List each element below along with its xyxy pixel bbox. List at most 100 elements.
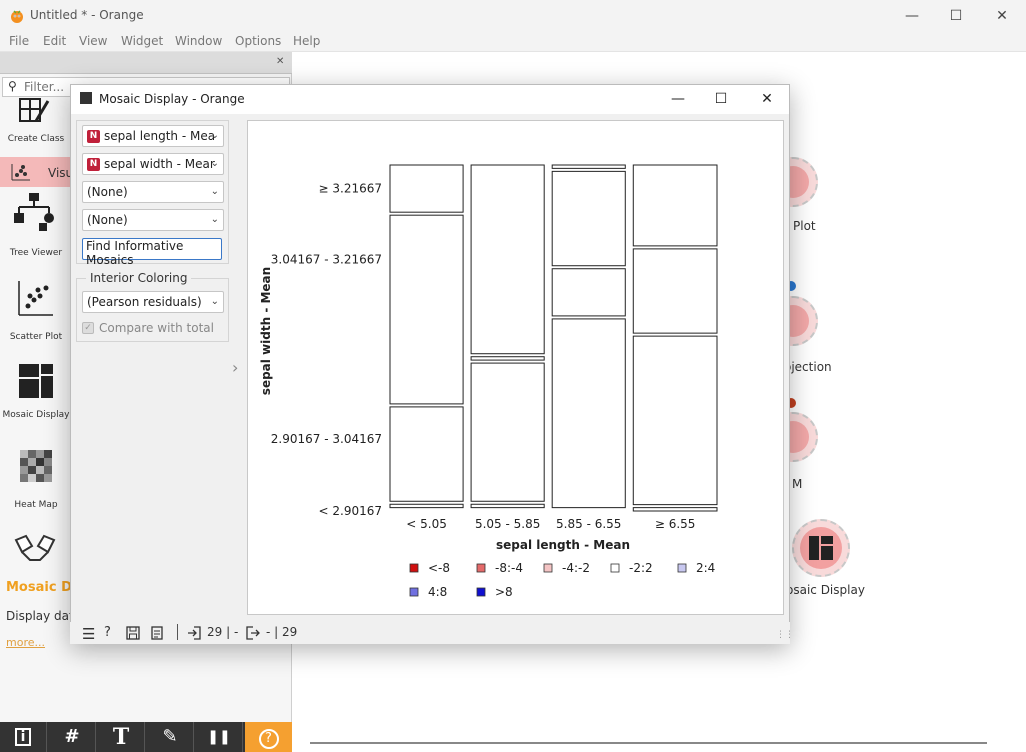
grid-icon[interactable]: #	[49, 722, 96, 752]
chevron-down-icon: ⌄	[210, 158, 219, 169]
text-icon[interactable]: T	[98, 722, 145, 752]
mosaic-display-node[interactable]	[792, 519, 850, 577]
minimize-button[interactable]: —	[898, 6, 926, 26]
mosaic-cell[interactable]	[389, 406, 464, 502]
mosaic-cell[interactable]	[389, 164, 464, 213]
mosaic-cell[interactable]	[632, 164, 718, 247]
mosaic-chart: ≥ 3.21667 3.04167 - 3.21667 2.90167 - 3.04…	[259, 164, 718, 599]
y-tick-label: < 2.90167	[319, 504, 383, 518]
x-tick-label: 5.85 - 6.55	[556, 517, 621, 531]
mosaic-cell[interactable]	[470, 164, 545, 355]
mosaic-cell[interactable]	[551, 318, 626, 509]
mosaic-cell[interactable]	[632, 507, 718, 512]
tool-create-class[interactable]: Create Class	[1, 134, 71, 144]
help-icon[interactable]: ?	[245, 722, 292, 752]
collapse-panel-icon[interactable]: ›	[232, 358, 238, 377]
pen-icon[interactable]: ✎	[147, 722, 194, 752]
tool-scatter-plot[interactable]: Scatter Plot	[1, 332, 71, 342]
chevron-down-icon: ⌄	[210, 296, 219, 307]
mosaic-cell[interactable]	[389, 214, 464, 405]
report-icon[interactable]	[151, 626, 163, 640]
variable1-select[interactable]: Nsepal length - Mea ⌄	[82, 125, 224, 147]
variable4-select[interactable]: (None) ⌄	[82, 209, 224, 231]
menu-view[interactable]: View	[79, 34, 107, 48]
legend-swatch	[409, 587, 419, 597]
legend-label: >8	[495, 585, 513, 599]
mosaic-cell[interactable]	[551, 268, 626, 317]
x-tick-label: 5.05 - 5.85	[475, 517, 540, 531]
mosaic-cell[interactable]	[470, 362, 545, 502]
more-link[interactable]: more...	[6, 636, 45, 649]
compare-with-total-checkbox[interactable]: ✓	[82, 322, 94, 334]
legend-swatch	[677, 563, 687, 573]
mosaic-cell[interactable]	[389, 503, 464, 509]
legend-label: <-8	[428, 561, 450, 575]
save-icon[interactable]	[126, 626, 140, 640]
menu-options[interactable]: Options	[235, 34, 281, 48]
info-icon[interactable]: i	[0, 722, 47, 752]
legend-swatch	[610, 563, 620, 573]
legend-label: 2:4	[696, 561, 715, 575]
node-label: osaic Display	[786, 583, 865, 597]
mosaic-cell[interactable]	[551, 170, 626, 267]
scatter-category-icon	[11, 164, 30, 181]
dialog-close-button[interactable]: ✕	[757, 90, 777, 108]
tree-viewer-icon	[14, 193, 54, 231]
legend-swatch	[476, 563, 486, 573]
legend-label: -2:2	[629, 561, 653, 575]
resize-grip-icon[interactable]: ⋮⋮	[776, 630, 794, 640]
variable3-select[interactable]: (None) ⌄	[82, 181, 224, 203]
mosaic-display-icon	[809, 536, 833, 560]
chevron-down-icon: ⌄	[210, 186, 219, 197]
widget-description-title: Mosaic D	[6, 580, 72, 595]
pause-icon[interactable]: ❚❚	[196, 722, 243, 752]
mosaic-cell[interactable]	[632, 248, 718, 334]
mosaic-cell[interactable]	[470, 503, 545, 509]
heat-map-icon	[20, 450, 52, 482]
y-tick-label: 2.90167 - 3.04167	[271, 432, 382, 446]
x-axis-label: sepal length - Mean	[496, 538, 630, 552]
canvas-horizontal-scrollbar[interactable]	[310, 742, 987, 744]
mosaic-cell[interactable]	[632, 335, 718, 506]
menu-window[interactable]: Window	[175, 34, 222, 48]
close-button[interactable]: ✕	[988, 6, 1016, 26]
y-axis-label: sepal width - Mean	[259, 267, 273, 395]
tool-heat-map[interactable]: Heat Map	[1, 500, 71, 510]
mosaic-cell[interactable]	[470, 356, 545, 361]
mosaic-cell[interactable]	[551, 164, 626, 169]
dialog-minimize-button[interactable]: —	[668, 90, 688, 108]
y-tick-label: ≥ 3.21667	[319, 182, 383, 196]
menu-file[interactable]: File	[9, 34, 29, 48]
status-separator	[177, 624, 178, 640]
numeric-variable-icon: N	[87, 130, 100, 143]
input-summary: 29 | -	[207, 625, 239, 639]
legend-label: -8:-4	[495, 561, 523, 575]
node-label: M	[792, 477, 803, 491]
output-icon	[246, 626, 260, 640]
compare-with-total-label: Compare with total	[99, 321, 214, 335]
interior-coloring-select[interactable]: (Pearson residuals) ⌄	[82, 291, 224, 313]
dialog-maximize-button[interactable]: ☐	[711, 90, 731, 108]
node-label: Plot	[793, 219, 816, 233]
menu-help[interactable]: Help	[293, 34, 320, 48]
help-icon[interactable]: ?	[104, 625, 111, 640]
node-label: ojection	[784, 360, 832, 374]
input-icon	[188, 626, 201, 640]
mosaic-plot-area[interactable]: ≥ 3.21667 3.04167 - 3.21667 2.90167 - 3.04…	[247, 120, 784, 615]
legend-swatch	[476, 587, 486, 597]
x-tick-label: < 5.05	[406, 517, 447, 531]
window-title: Untitled * - Orange	[30, 8, 144, 22]
tool-tree-viewer[interactable]: Tree Viewer	[1, 248, 71, 258]
scatter-plot-icon	[18, 281, 53, 316]
menu-icon[interactable]: ☰	[82, 625, 95, 643]
dialog-statusbar	[70, 622, 790, 644]
menu-edit[interactable]: Edit	[43, 34, 66, 48]
legend-label: -4:-2	[562, 561, 590, 575]
tool-mosaic-display[interactable]: Mosaic Display	[1, 409, 71, 421]
menu-widget[interactable]: Widget	[121, 34, 163, 48]
find-informative-mosaics-button[interactable]: Find Informative Mosaics	[82, 238, 222, 267]
variable2-select[interactable]: Nsepal width - Mear ⌄	[82, 153, 224, 175]
output-summary: - | 29	[266, 625, 298, 639]
dock-close-icon[interactable]: ✕	[276, 56, 284, 67]
maximize-button[interactable]: ☐	[942, 6, 970, 26]
